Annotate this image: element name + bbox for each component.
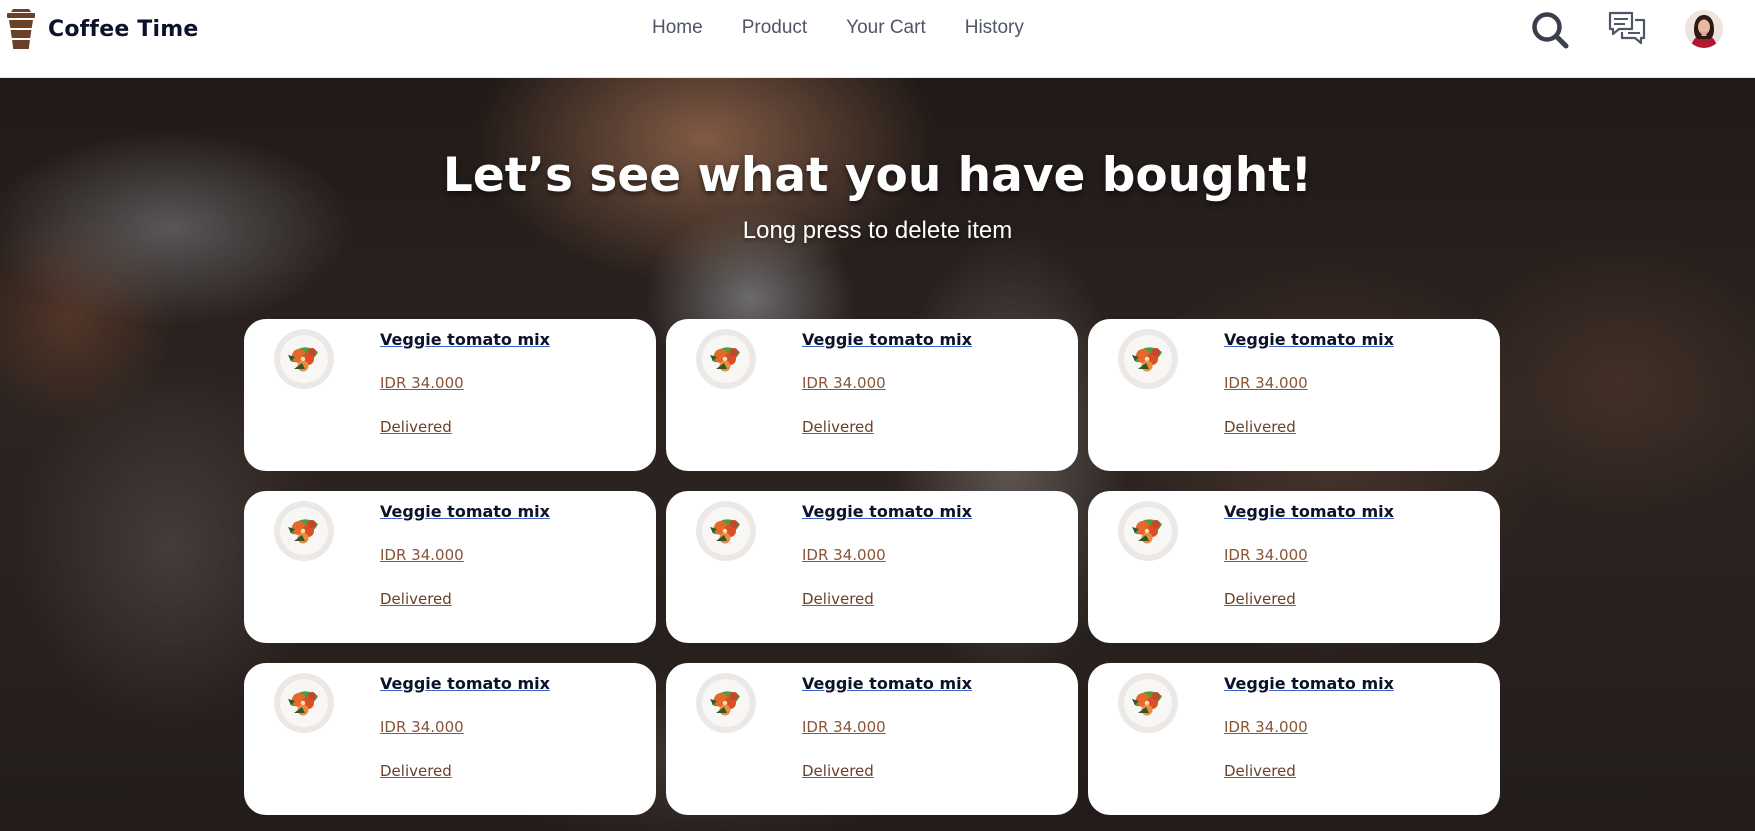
- item-status[interactable]: Delivered: [380, 762, 452, 780]
- item-name[interactable]: Veggie tomato mix: [380, 674, 550, 693]
- veggie-tomato-mix-image: [274, 673, 334, 733]
- item-status[interactable]: Delivered: [802, 762, 874, 780]
- item-status[interactable]: Delivered: [802, 418, 874, 436]
- history-card[interactable]: Veggie tomato mix IDR 34.000 Delivered: [666, 491, 1078, 643]
- item-price[interactable]: IDR 34.000: [380, 718, 464, 736]
- history-card[interactable]: Veggie tomato mix IDR 34.000 Delivered: [1088, 663, 1500, 815]
- history-card[interactable]: Veggie tomato mix IDR 34.000 Delivered: [666, 319, 1078, 471]
- history-grid: Veggie tomato mix IDR 34.000 Delivered V…: [244, 319, 1500, 815]
- veggie-tomato-mix-image: [1118, 501, 1178, 561]
- user-photo-icon: [1685, 10, 1723, 48]
- item-price[interactable]: IDR 34.000: [1224, 718, 1308, 736]
- item-name[interactable]: Veggie tomato mix: [1224, 674, 1394, 693]
- nav-home-link[interactable]: Home: [652, 16, 703, 40]
- history-card[interactable]: Veggie tomato mix IDR 34.000 Delivered: [666, 663, 1078, 815]
- history-card[interactable]: Veggie tomato mix IDR 34.000 Delivered: [244, 663, 656, 815]
- veggie-tomato-mix-image: [1118, 329, 1178, 389]
- page-title: Let’s see what you have bought!: [442, 148, 1313, 203]
- page-subtitle: Long press to delete item: [742, 217, 1013, 244]
- history-card[interactable]: Veggie tomato mix IDR 34.000 Delivered: [1088, 319, 1500, 471]
- item-status[interactable]: Delivered: [802, 590, 874, 608]
- coffee-cup-icon: [7, 9, 35, 49]
- nav-cart-link[interactable]: Your Cart: [846, 16, 926, 40]
- item-price[interactable]: IDR 34.000: [380, 374, 464, 392]
- nav-history-link[interactable]: History: [965, 16, 1024, 40]
- item-name[interactable]: Veggie tomato mix: [802, 674, 972, 693]
- avatar[interactable]: [1685, 10, 1723, 48]
- item-status[interactable]: Delivered: [1224, 590, 1296, 608]
- item-price[interactable]: IDR 34.000: [1224, 374, 1308, 392]
- item-price[interactable]: IDR 34.000: [1224, 546, 1308, 564]
- veggie-tomato-mix-image: [696, 501, 756, 561]
- history-card[interactable]: Veggie tomato mix IDR 34.000 Delivered: [244, 491, 656, 643]
- veggie-tomato-mix-image: [1118, 673, 1178, 733]
- veggie-tomato-mix-image: [696, 673, 756, 733]
- item-name[interactable]: Veggie tomato mix: [380, 330, 550, 349]
- history-hero: Let’s see what you have bought! Long pre…: [0, 78, 1755, 831]
- top-navbar: Coffee Time Home Product Your Cart Histo…: [0, 0, 1755, 78]
- history-card[interactable]: Veggie tomato mix IDR 34.000 Delivered: [1088, 491, 1500, 643]
- veggie-tomato-mix-image: [274, 329, 334, 389]
- item-status[interactable]: Delivered: [380, 418, 452, 436]
- item-name[interactable]: Veggie tomato mix: [1224, 502, 1394, 521]
- item-name[interactable]: Veggie tomato mix: [802, 330, 972, 349]
- item-price[interactable]: IDR 34.000: [802, 718, 886, 736]
- brand-name: Coffee Time: [48, 16, 199, 42]
- item-price[interactable]: IDR 34.000: [802, 546, 886, 564]
- brand-logo[interactable]: Coffee Time: [4, 9, 199, 49]
- item-name[interactable]: Veggie tomato mix: [380, 502, 550, 521]
- item-status[interactable]: Delivered: [1224, 762, 1296, 780]
- item-status[interactable]: Delivered: [1224, 418, 1296, 436]
- chat-icon[interactable]: [1607, 10, 1647, 50]
- item-status[interactable]: Delivered: [380, 590, 452, 608]
- search-icon[interactable]: [1530, 10, 1570, 50]
- veggie-tomato-mix-image: [274, 501, 334, 561]
- item-name[interactable]: Veggie tomato mix: [1224, 330, 1394, 349]
- item-name[interactable]: Veggie tomato mix: [802, 502, 972, 521]
- item-price[interactable]: IDR 34.000: [802, 374, 886, 392]
- history-card[interactable]: Veggie tomato mix IDR 34.000 Delivered: [244, 319, 656, 471]
- main-nav: Home Product Your Cart History: [652, 16, 1024, 40]
- veggie-tomato-mix-image: [696, 329, 756, 389]
- item-price[interactable]: IDR 34.000: [380, 546, 464, 564]
- nav-product-link[interactable]: Product: [742, 16, 807, 40]
